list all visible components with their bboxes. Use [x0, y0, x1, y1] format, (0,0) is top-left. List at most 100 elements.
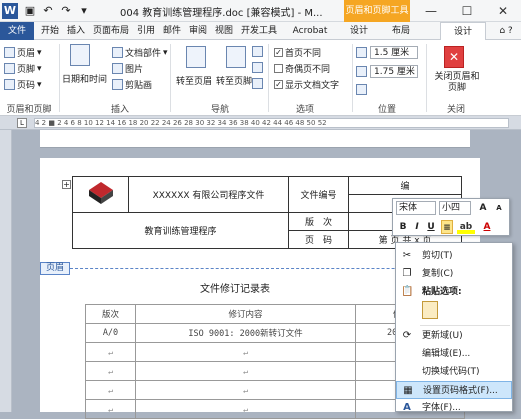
menu-item-copy[interactable]: ❐ 复制(C) [396, 265, 512, 283]
group-separator [426, 44, 427, 112]
picture-button[interactable]: 图片 [112, 62, 143, 75]
menu-item-toggle-field-codes[interactable]: 切换域代码(T) [396, 363, 512, 381]
header-button[interactable]: 页眉 ▾ [4, 46, 42, 59]
clip-art-icon [112, 79, 123, 90]
menu-item-page-number-format[interactable]: ▦ 设置页码格式(F)... [396, 381, 512, 399]
help-icon[interactable]: ⌂ ? [494, 22, 518, 40]
minimize-button[interactable]: — [413, 0, 449, 22]
goto-footer-button[interactable]: 转至页脚 [216, 74, 252, 87]
date-time-icon[interactable] [70, 44, 90, 66]
table-cell: ↵ [85, 380, 136, 400]
show-doc-text-checkbox[interactable]: ✓ 显示文档文字 [274, 78, 339, 91]
table-cell: ↵ [135, 361, 356, 381]
tab-page-layout[interactable]: 页面布局 [90, 22, 132, 40]
tab-review[interactable]: 审阅 [186, 22, 210, 40]
prev-section-icon[interactable] [252, 46, 263, 57]
goto-header-icon[interactable] [186, 46, 206, 68]
diff-first-page-checkbox[interactable]: ✓ 首页不同 [274, 46, 321, 59]
tab-selector-icon[interactable]: L [17, 118, 27, 128]
tab-mailings[interactable]: 邮件 [160, 22, 184, 40]
group-label-position: 位置 [377, 105, 396, 115]
ribbon: 页眉 ▾ 页脚 ▾ 页码 ▾ 页眉和页脚 日期和时间 文档部件 ▾ 图片 剪贴画 插入 … [0, 40, 521, 116]
paste-keep-icon [422, 301, 438, 319]
bold-button[interactable]: B [397, 220, 409, 234]
table-cell: ↵ [135, 342, 356, 362]
menu-item-paste-keep[interactable] [396, 301, 512, 323]
tab-design-ctx[interactable]: 设计 [344, 22, 374, 40]
redo-icon[interactable]: ↷ [58, 3, 74, 19]
group-separator [352, 44, 353, 112]
close-header-footer-button[interactable]: 关闭页眉和页脚 [432, 72, 482, 94]
footer-icon [4, 63, 15, 74]
doc-number-value: 编 [348, 176, 462, 195]
group-label-close: 关闭 [446, 105, 465, 115]
undo-icon[interactable]: ↶ [40, 3, 56, 19]
diff-odd-even-checkbox[interactable]: 奇偶页不同 [274, 62, 330, 75]
font-color-button[interactable]: A [481, 220, 493, 234]
link-previous-icon[interactable] [252, 78, 263, 89]
close-header-footer-icon[interactable]: ✕ [444, 46, 464, 68]
menu-item-font[interactable]: A 字体(F)... [396, 399, 512, 417]
header-position-icon [356, 47, 367, 58]
customize-qa-icon[interactable]: ▾ [76, 3, 92, 19]
maximize-button[interactable]: ☐ [449, 0, 485, 22]
tab-home[interactable]: 开始 [38, 22, 62, 40]
menu-item-edit-field[interactable]: 编辑域(E)... [396, 345, 512, 363]
italic-button[interactable]: I [411, 220, 423, 234]
ribbon-tabs: 文件 开始 插入 页面布局 引用 邮件 审阅 视图 开发工具 Acrobat 设… [0, 22, 521, 41]
table-move-handle-icon[interactable]: + [62, 180, 71, 189]
menu-item-update-field[interactable]: ⟳ 更新域(U) [396, 327, 512, 345]
save-icon[interactable]: ▣ [22, 3, 38, 19]
insert-align-tab-icon[interactable] [356, 84, 367, 95]
footer-bottom-spinner[interactable]: 1.75 厘米 [370, 65, 418, 78]
scissors-icon: ✂ [402, 250, 412, 261]
vertical-ruler[interactable] [0, 130, 12, 412]
tab-file[interactable]: 文件 [0, 22, 34, 40]
table-cell: ↵ [135, 399, 356, 419]
tab-layout[interactable]: 布局 [386, 22, 416, 40]
tab-view[interactable]: 视图 [212, 22, 236, 40]
header-top-spinner[interactable]: 1.5 厘米 [370, 46, 418, 59]
next-section-icon[interactable] [252, 62, 263, 73]
ruler-scale: 4 2 ■ 2 4 6 8 10 12 14 16 18 20 22 24 26… [34, 118, 509, 128]
page-number-icon [4, 79, 15, 90]
page-label: 页 码 [288, 230, 349, 249]
page-number-button[interactable]: 页码 ▾ [4, 78, 42, 91]
close-window-button[interactable]: ✕ [485, 0, 521, 22]
paste-icon: 📋 [401, 286, 414, 297]
group-separator [170, 44, 171, 112]
table-cell: ↵ [85, 399, 136, 419]
goto-header-button[interactable]: 转至页眉 [176, 74, 212, 87]
menu-separator [420, 325, 510, 326]
font-size-box[interactable]: 小四 [439, 201, 471, 215]
underline-button[interactable]: U [425, 220, 437, 234]
menu-item-cut[interactable]: ✂ 剪切(T) [396, 247, 512, 265]
font-name-box[interactable]: 宋体 [396, 201, 436, 215]
grow-font-button[interactable]: A [477, 201, 489, 215]
tab-insert[interactable]: 插入 [64, 22, 88, 40]
tab-developer[interactable]: 开发工具 [238, 22, 280, 40]
header-tag[interactable]: 页眉 [40, 262, 70, 275]
goto-footer-icon[interactable] [226, 46, 246, 68]
context-menu: ✂ 剪切(T) ❐ 复制(C) 📋 粘贴选项: ⟳ 更新域(U) 编辑域(E)... 切… [395, 242, 513, 413]
clip-art-button[interactable]: 剪贴画 [112, 78, 152, 91]
date-time-button[interactable]: 日期和时间 [62, 72, 107, 85]
doc-parts-icon [112, 47, 123, 58]
group-separator [59, 44, 60, 112]
horizontal-ruler[interactable]: L 4 2 ■ 2 4 6 8 10 12 14 16 18 20 22 24 … [0, 116, 521, 130]
group-label-options: 选项 [295, 105, 314, 115]
table-cell: A/0 [85, 323, 136, 343]
group-separator [268, 44, 269, 112]
tab-references[interactable]: 引用 [134, 22, 158, 40]
table-cell: ↵ [85, 361, 136, 381]
word-app-icon[interactable]: W [2, 3, 18, 19]
tab-acrobat[interactable]: Acrobat [284, 22, 336, 40]
highlight-button[interactable]: ab [457, 220, 475, 234]
shrink-font-button[interactable]: A [493, 201, 505, 215]
table-cell: ↵ [135, 380, 356, 400]
tab-design-active[interactable]: 设计 [440, 22, 486, 41]
align-center-button[interactable]: ≡ [441, 220, 453, 234]
doc-parts-button[interactable]: 文档部件 ▾ [112, 46, 168, 59]
mini-toolbar: 宋体 小四 A A B I U ≡ ab A [392, 198, 510, 236]
footer-button[interactable]: 页脚 ▾ [4, 62, 42, 75]
